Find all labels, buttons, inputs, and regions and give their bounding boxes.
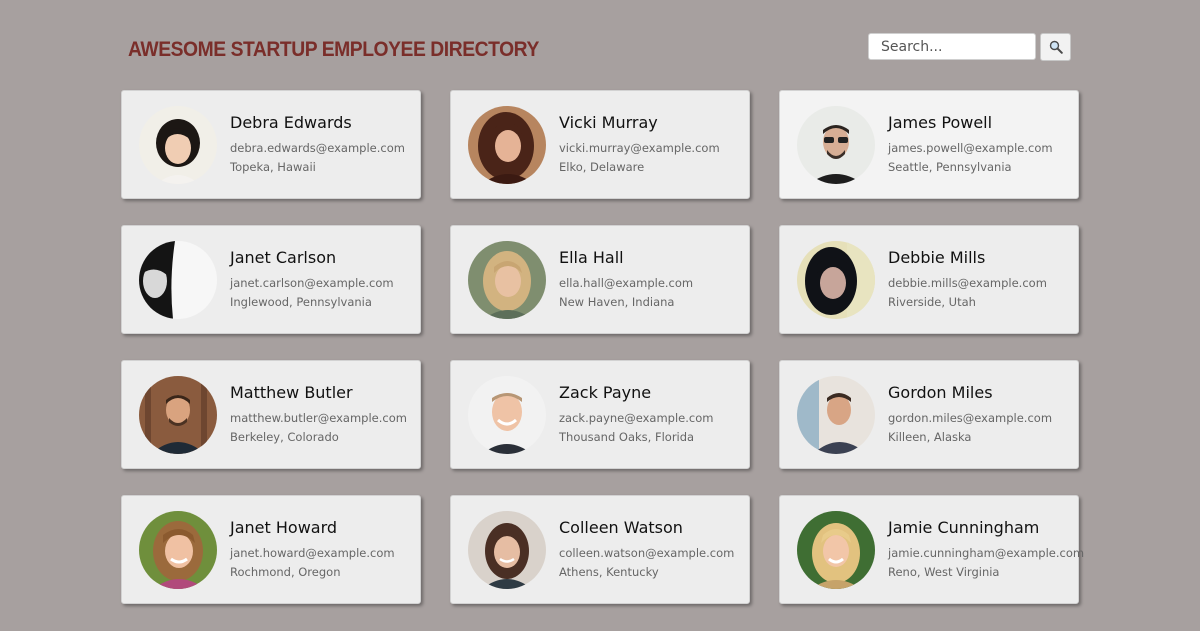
employee-name: Colleen Watson	[559, 517, 683, 537]
employee-info: Colleen Watson colleen.watson@example.co…	[559, 518, 734, 582]
employee-email: colleen.watson@example.com	[559, 545, 735, 560]
employee-photo	[468, 240, 546, 319]
employee-info: Janet Carlson janet.carlson@example.com …	[230, 248, 394, 312]
employee-name: Gordon Miles	[888, 382, 993, 402]
employee-card[interactable]: Zack Payne zack.payne@example.com Thousa…	[450, 360, 750, 469]
employee-location: Berkeley, Colorado	[230, 429, 339, 444]
magnifier-icon	[1049, 40, 1063, 54]
employee-name: Ella Hall	[559, 247, 624, 267]
employee-location: Thousand Oaks, Florida	[559, 429, 695, 444]
employee-location: Topeka, Hawaii	[230, 159, 316, 174]
employee-info: Ella Hall ella.hall@example.com New Have…	[559, 248, 693, 312]
employee-card[interactable]: Debra Edwards debra.edwards@example.com …	[121, 90, 421, 199]
employee-info: Jamie Cunningham jamie.cunningham@exampl…	[888, 518, 1084, 582]
employee-info: Janet Howard janet.howard@example.com Ro…	[230, 518, 395, 582]
employee-location: Seattle, Pennsylvania	[888, 159, 1012, 174]
search-input[interactable]	[868, 33, 1036, 60]
employee-location: Reno, West Virginia	[888, 564, 1000, 579]
employee-location: Elko, Delaware	[559, 159, 645, 174]
employee-location: Riverside, Utah	[888, 294, 976, 309]
employee-photo	[797, 375, 875, 454]
employee-photo	[139, 510, 217, 589]
employee-card[interactable]: Vicki Murray vicki.murray@example.com El…	[450, 90, 750, 199]
employee-email: janet.carlson@example.com	[230, 275, 394, 290]
employee-photo	[468, 375, 546, 454]
employee-photo	[797, 240, 875, 319]
employee-card[interactable]: Colleen Watson colleen.watson@example.co…	[450, 495, 750, 604]
employee-email: debbie.mills@example.com	[888, 275, 1047, 290]
employee-photo	[139, 375, 217, 454]
employee-email: debra.edwards@example.com	[230, 140, 405, 155]
employee-gallery: Debra Edwards debra.edwards@example.com …	[121, 90, 1084, 604]
employee-card[interactable]: Ella Hall ella.hall@example.com New Have…	[450, 225, 750, 334]
employee-location: Athens, Kentucky	[559, 564, 659, 579]
page-header: Awesome Startup Employee Directory	[0, 0, 1200, 90]
employee-email: janet.howard@example.com	[230, 545, 395, 560]
employee-location: Inglewood, Pennsylvania	[230, 294, 372, 309]
page-title: Awesome Startup Employee Directory	[128, 38, 539, 61]
employee-card[interactable]: Janet Howard janet.howard@example.com Ro…	[121, 495, 421, 604]
employee-email: jamie.cunningham@example.com	[888, 545, 1085, 560]
employee-card[interactable]: Jamie Cunningham jamie.cunningham@exampl…	[779, 495, 1084, 604]
employee-info: Matthew Butler matthew.butler@example.co…	[230, 383, 407, 447]
employee-photo	[468, 105, 546, 184]
employee-photo	[139, 240, 217, 319]
employee-email: matthew.butler@example.com	[230, 410, 407, 425]
employee-email: zack.payne@example.com	[559, 410, 714, 425]
employee-info: James Powell james.powell@example.com Se…	[888, 113, 1053, 177]
employee-photo	[797, 105, 875, 184]
employee-photo	[797, 510, 875, 589]
employee-card[interactable]: Matthew Butler matthew.butler@example.co…	[121, 360, 421, 469]
employee-photo	[139, 105, 217, 184]
employee-name: Jamie Cunningham	[888, 517, 1040, 537]
employee-info: Debbie Mills debbie.mills@example.com Ri…	[888, 248, 1047, 312]
employee-info: Vicki Murray vicki.murray@example.com El…	[559, 113, 720, 177]
employee-name: Debbie Mills	[888, 247, 986, 267]
employee-card[interactable]: Debbie Mills debbie.mills@example.com Ri…	[779, 225, 1079, 334]
employee-location: Killeen, Alaska	[888, 429, 972, 444]
employee-email: ella.hall@example.com	[559, 275, 694, 290]
employee-name: Zack Payne	[559, 382, 652, 402]
employee-name: Matthew Butler	[230, 382, 353, 402]
employee-name: Debra Edwards	[230, 112, 352, 132]
employee-card[interactable]: James Powell james.powell@example.com Se…	[779, 90, 1079, 199]
employee-email: james.powell@example.com	[888, 140, 1053, 155]
employee-info: Zack Payne zack.payne@example.com Thousa…	[559, 383, 713, 447]
employee-name: Vicki Murray	[559, 112, 658, 132]
employee-email: gordon.miles@example.com	[888, 410, 1053, 425]
employee-location: Rochmond, Oregon	[230, 564, 341, 579]
employee-info: Gordon Miles gordon.miles@example.com Ki…	[888, 383, 1052, 447]
search-form	[868, 33, 1071, 61]
employee-name: Janet Howard	[230, 517, 338, 537]
employee-card[interactable]: Janet Carlson janet.carlson@example.com …	[121, 225, 421, 334]
search-button[interactable]	[1040, 33, 1071, 61]
employee-name: James Powell	[888, 112, 993, 132]
employee-location: New Haven, Indiana	[559, 294, 675, 309]
employee-card[interactable]: Gordon Miles gordon.miles@example.com Ki…	[779, 360, 1079, 469]
employee-photo	[468, 510, 546, 589]
employee-email: vicki.murray@example.com	[559, 140, 720, 155]
employee-info: Debra Edwards debra.edwards@example.com …	[230, 113, 405, 177]
employee-name: Janet Carlson	[230, 247, 337, 267]
